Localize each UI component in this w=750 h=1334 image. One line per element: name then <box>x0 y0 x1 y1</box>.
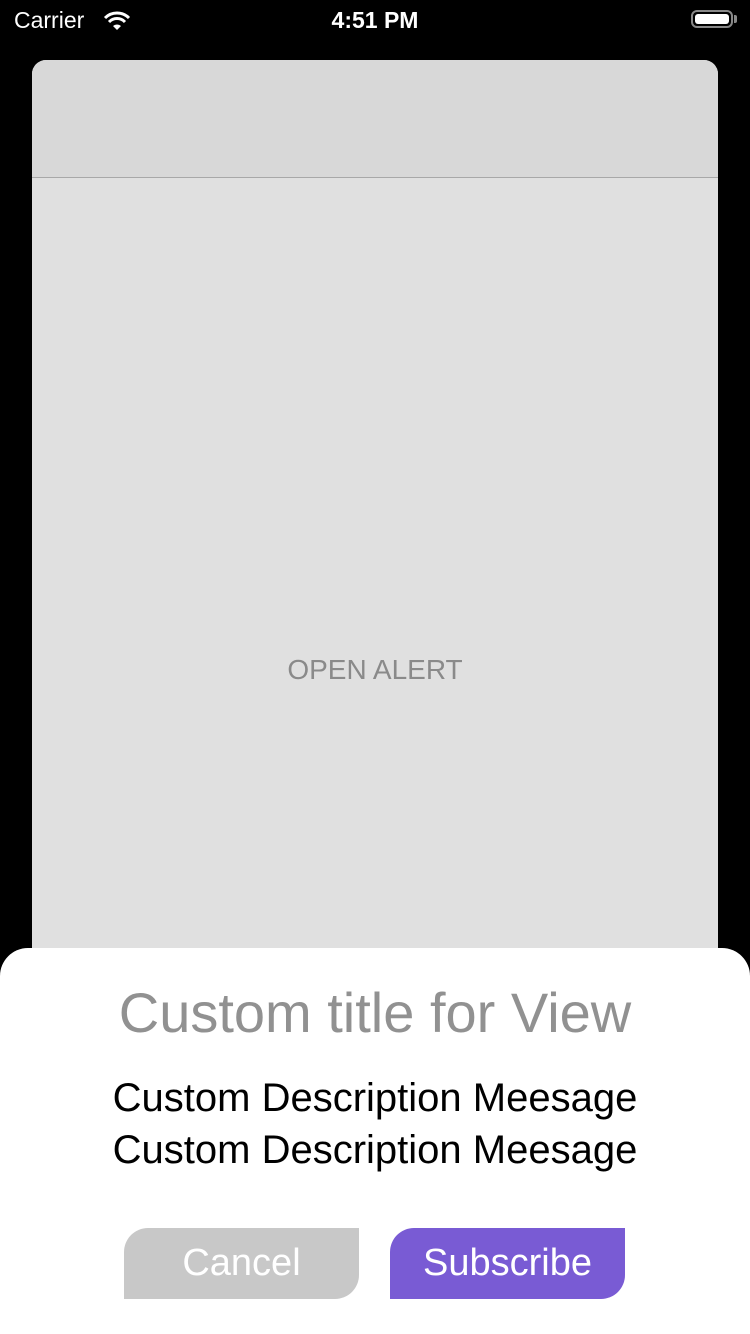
alert-description: Custom Description Meesage Custom Descri… <box>0 1072 750 1176</box>
subscribe-button[interactable]: Subscribe <box>390 1228 625 1299</box>
status-bar: Carrier 4:51 PM <box>0 0 750 40</box>
battery-icon <box>691 10 733 28</box>
cancel-button[interactable]: Cancel <box>124 1228 359 1299</box>
custom-alert: Custom title for View Custom Description… <box>0 948 750 1334</box>
alert-description-line: Custom Description Meesage <box>112 1076 638 1120</box>
open-alert-button[interactable]: OPEN ALERT <box>32 654 718 686</box>
battery-tip <box>734 15 737 23</box>
presenting-view: OPEN ALERT <box>32 60 718 1060</box>
alert-title: Custom title for View <box>118 981 632 1044</box>
alert-description-line: Custom Description Meesage <box>112 1128 638 1172</box>
navigation-bar <box>32 60 718 178</box>
clock: 4:51 PM <box>331 7 419 33</box>
